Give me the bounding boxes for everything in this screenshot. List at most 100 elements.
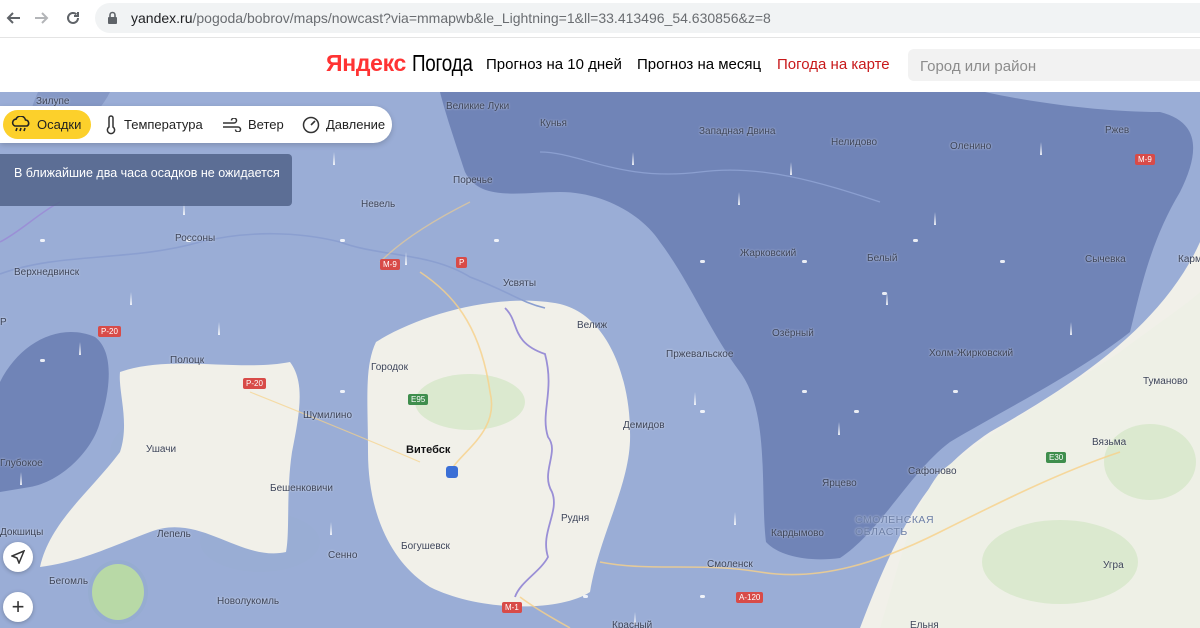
place-label: Городок — [371, 362, 408, 373]
layer-tab-label: Осадки — [37, 117, 82, 132]
snow-flake — [40, 239, 45, 242]
nav-forecast-month[interactable]: Прогноз на месяц — [637, 56, 761, 73]
snow-flake — [882, 292, 887, 295]
logo-brand: Яндекс — [326, 50, 407, 76]
road-shield: М-9 — [380, 259, 400, 270]
place-label: Поречье — [453, 175, 493, 186]
zoom-in-button[interactable]: + — [3, 592, 33, 622]
browser-toolbar: yandex.ru/pogoda/bobrov/maps/nowcast?via… — [0, 0, 1200, 38]
thermometer-icon — [106, 114, 116, 134]
rain-drop — [20, 472, 22, 485]
place-label: Усвяты — [503, 278, 537, 289]
road-shield: А-120 — [736, 592, 764, 603]
forward-arrow-icon[interactable] — [29, 6, 53, 30]
snow-flake — [854, 410, 859, 413]
place-label: Жарковский — [740, 248, 797, 259]
city-search — [908, 49, 1200, 81]
snow-flake — [802, 260, 807, 263]
rain-drop — [734, 512, 736, 525]
place-label: Ельня — [910, 620, 939, 628]
place-label: Угра — [1103, 560, 1124, 571]
rain-drop — [130, 292, 132, 305]
place-label: Сычевка — [1085, 254, 1126, 265]
layer-tab-label: Давление — [326, 117, 386, 132]
place-label: Верхнедвинск — [14, 267, 80, 278]
place-label: Ярцево — [822, 478, 857, 489]
place-label: Кардымово — [771, 528, 824, 539]
snow-flake — [340, 390, 345, 393]
place-label: Ушачи — [146, 444, 177, 455]
place-label: Сафоново — [908, 466, 957, 477]
road-shield: E30 — [1046, 452, 1067, 463]
road-shield: E95 — [408, 394, 429, 405]
yandex-weather-logo[interactable]: Яндекс Погода — [326, 50, 486, 77]
place-label: Смоленск — [707, 559, 753, 570]
layer-tab-wind[interactable]: Ветер — [222, 110, 284, 139]
place-label: Западная Двина — [699, 126, 776, 137]
snow-flake — [913, 239, 918, 242]
locate-button[interactable] — [3, 542, 33, 572]
snow-flake — [700, 260, 705, 263]
place-label: Демидов — [623, 420, 665, 431]
nav-weather-map[interactable]: Погода на карте — [777, 56, 890, 73]
city-search-input[interactable] — [918, 55, 1192, 77]
place-label: Бешенковичи — [270, 483, 333, 494]
snow-flake — [700, 410, 705, 413]
place-label: Новолукомль — [217, 596, 280, 607]
locate-arrow-icon — [11, 550, 25, 564]
rain-drop — [1040, 142, 1042, 155]
region-label: СМОЛЕНСКАЯ ОБЛАСТЬ — [855, 514, 935, 538]
place-label: Великие Луки — [446, 101, 510, 112]
place-label: Холм-Жирковский — [929, 348, 1014, 359]
rain-drop — [405, 252, 407, 265]
place-label: Невель — [361, 199, 396, 210]
layer-switcher: Осадки Температура Ветер Давление — [0, 106, 392, 143]
rain-drop — [738, 192, 740, 205]
place-label: Богушевск — [401, 541, 450, 552]
layer-tab-temperature[interactable]: Температура — [104, 110, 203, 139]
reload-icon[interactable] — [61, 6, 85, 30]
place-label: Кунья — [540, 118, 567, 129]
rain-drop — [330, 522, 332, 535]
snow-flake — [802, 390, 807, 393]
rain-drop — [838, 422, 840, 435]
rain-drop — [79, 342, 81, 355]
road-shield: Р-20 — [98, 326, 121, 337]
place-label: Озёрный — [772, 328, 814, 339]
place-label-vitebsk: Витебск — [406, 444, 451, 456]
snow-flake — [953, 390, 958, 393]
road-shield: Р — [456, 257, 468, 268]
snow-flake — [700, 595, 705, 598]
road-shield: Р-20 — [243, 378, 266, 389]
wind-icon — [223, 117, 242, 132]
snow-flake — [40, 359, 45, 362]
road-shield: М-1 — [502, 602, 522, 613]
layer-tab-pressure[interactable]: Давление — [302, 110, 385, 139]
place-label: Бегомль — [49, 576, 89, 587]
place-label: Карм — [1178, 254, 1200, 265]
snow-flake — [583, 595, 588, 598]
layer-tab-label: Ветер — [248, 117, 284, 132]
place-label: Оленино — [950, 141, 992, 152]
place-label: Нелидово — [831, 137, 878, 148]
rain-drop — [694, 392, 696, 405]
nav-forecast-10-days[interactable]: Прогноз на 10 дней — [486, 56, 622, 73]
snow-flake — [340, 239, 345, 242]
gauge-icon — [302, 116, 320, 133]
logo-product: Погода — [412, 50, 473, 76]
rain-cloud-icon — [11, 115, 30, 131]
nowcast-notice-text: В ближайшие два часа осадков не ожидаетс… — [14, 166, 280, 180]
place-label: Полоцк — [170, 355, 205, 366]
rain-drop — [632, 152, 634, 165]
place-label: Сенно — [328, 550, 358, 561]
lock-icon — [107, 11, 118, 30]
snow-flake — [1000, 260, 1005, 263]
airport-icon[interactable] — [446, 466, 458, 478]
place-label: Рудня — [561, 513, 590, 524]
place-label: Глубокое — [0, 458, 43, 469]
place-label: Лепель — [157, 529, 191, 540]
layer-tab-precipitation[interactable]: Осадки — [3, 110, 92, 139]
address-bar[interactable]: yandex.ru/pogoda/bobrov/maps/nowcast?via… — [95, 3, 1200, 33]
back-arrow-icon[interactable] — [2, 6, 26, 30]
place-label: Туманово — [1143, 376, 1188, 387]
